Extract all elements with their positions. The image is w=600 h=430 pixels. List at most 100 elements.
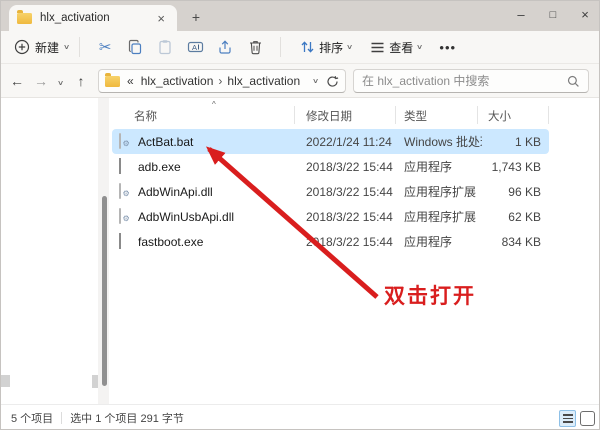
dll-file-icon: ⚙ bbox=[119, 184, 133, 199]
chevron-down-icon: ∨ bbox=[416, 43, 423, 51]
file-name: AdbWinUsbApi.dll bbox=[138, 210, 234, 224]
file-explorer-window: hlx_activation × + – □ × 新建 ∨ ✂ bbox=[0, 0, 600, 430]
file-size: 62 KB bbox=[456, 210, 541, 224]
up-button[interactable]: ↑ bbox=[69, 73, 93, 89]
share-icon bbox=[217, 39, 233, 55]
list-column-headers: 名称 ^ 修改日期 类型 大小 bbox=[112, 101, 552, 127]
cut-button[interactable]: ✂ bbox=[90, 38, 120, 56]
folder-icon bbox=[105, 76, 120, 87]
new-button-label: 新建 bbox=[35, 39, 59, 56]
copy-icon bbox=[127, 39, 143, 55]
explorer-tab[interactable]: hlx_activation × bbox=[9, 5, 177, 31]
application-icon bbox=[119, 234, 133, 249]
file-name: fastboot.exe bbox=[138, 235, 203, 249]
details-view-button[interactable] bbox=[559, 410, 576, 427]
breadcrumb-root-icon[interactable]: « bbox=[127, 74, 134, 88]
minimize-button[interactable]: – bbox=[504, 1, 538, 31]
file-list: ⚙ ActBat.bat 2022/1/24 11:24 Windows 批处理… bbox=[112, 129, 549, 254]
file-row-actbat[interactable]: ⚙ ActBat.bat 2022/1/24 11:24 Windows 批处理… bbox=[112, 129, 549, 154]
new-tab-button[interactable]: + bbox=[185, 6, 207, 28]
sidebar-hscroll-fragment[interactable] bbox=[92, 375, 98, 388]
column-divider[interactable] bbox=[395, 106, 396, 124]
history-chevron-icon[interactable]: ∨ bbox=[57, 79, 64, 87]
close-window-button[interactable]: × bbox=[568, 1, 600, 31]
tab-title: hlx_activation bbox=[40, 12, 153, 24]
column-divider[interactable] bbox=[548, 106, 549, 124]
command-bar: 新建 ∨ ✂ A bbox=[1, 31, 600, 64]
tab-close-icon[interactable]: × bbox=[153, 11, 169, 26]
refresh-icon[interactable] bbox=[326, 75, 339, 88]
more-options-button[interactable]: ••• bbox=[439, 40, 456, 55]
trash-icon bbox=[248, 39, 263, 55]
navigation-bar: ← → ∨ ↑ « hlx_activation › hlx_activatio… bbox=[1, 64, 600, 98]
search-icon bbox=[567, 75, 580, 88]
copy-button[interactable] bbox=[120, 39, 150, 55]
file-row-adbwinapi[interactable]: ⚙ AdbWinApi.dll 2018/3/22 15:44 应用程序扩展 9… bbox=[112, 179, 549, 204]
breadcrumb-segment[interactable]: hlx_activation bbox=[227, 74, 300, 88]
file-size: 1,743 KB bbox=[456, 160, 541, 174]
column-header-type[interactable]: 类型 bbox=[404, 108, 427, 124]
file-size: 1 KB bbox=[456, 135, 541, 149]
rename-button[interactable]: A bbox=[180, 39, 210, 55]
toolbar-divider bbox=[280, 37, 281, 57]
sort-button-label: 排序 bbox=[319, 39, 343, 56]
new-button[interactable]: 新建 ∨ bbox=[14, 39, 69, 56]
paste-button[interactable] bbox=[150, 39, 180, 55]
column-header-size[interactable]: 大小 bbox=[488, 108, 511, 124]
chevron-down-icon: ∨ bbox=[346, 43, 353, 51]
toolbar-divider bbox=[79, 37, 80, 57]
maximize-button[interactable]: □ bbox=[536, 1, 570, 31]
file-date: 2018/3/22 15:44 bbox=[306, 235, 393, 249]
annotation-label: 双击打开 bbox=[384, 280, 476, 310]
delete-button[interactable] bbox=[240, 39, 270, 55]
sidebar-scrollbar-thumb[interactable] bbox=[102, 196, 107, 386]
file-row-adb[interactable]: adb.exe 2018/3/22 15:44 应用程序 1,743 KB bbox=[112, 154, 549, 179]
sort-arrows-icon bbox=[300, 40, 315, 54]
large-icons-view-button[interactable] bbox=[580, 411, 595, 426]
file-date: 2018/3/22 15:44 bbox=[306, 210, 393, 224]
scissors-icon: ✂ bbox=[99, 39, 112, 56]
items-count: 5 个项目 bbox=[11, 410, 53, 426]
file-pane: 名称 ^ 修改日期 类型 大小 ⚙ ActBat.bat 2022/1/24 1… bbox=[1, 98, 600, 404]
share-button[interactable] bbox=[210, 39, 240, 55]
sort-button[interactable]: 排序 ∨ bbox=[300, 39, 352, 56]
file-row-fastboot[interactable]: fastboot.exe 2018/3/22 15:44 应用程序 834 KB bbox=[112, 229, 549, 254]
file-name: adb.exe bbox=[138, 160, 181, 174]
file-date: 2022/1/24 11:24 bbox=[306, 135, 392, 149]
search-input[interactable] bbox=[362, 74, 567, 88]
statusbar-divider bbox=[61, 412, 62, 424]
selection-info: 选中 1 个项目 291 字节 bbox=[70, 410, 184, 426]
view-button[interactable]: 查看 ∨ bbox=[370, 39, 422, 56]
forward-button[interactable]: → bbox=[29, 73, 53, 89]
file-name: AdbWinApi.dll bbox=[138, 185, 213, 199]
rename-icon: A bbox=[187, 39, 204, 55]
breadcrumb-separator: › bbox=[218, 74, 222, 88]
file-size: 96 KB bbox=[456, 185, 541, 199]
breadcrumb-segment[interactable]: hlx_activation bbox=[141, 74, 214, 88]
application-icon bbox=[119, 159, 133, 174]
address-dropdown-icon[interactable]: ∨ bbox=[312, 77, 319, 85]
back-button[interactable]: ← bbox=[5, 73, 29, 89]
dll-file-icon: ⚙ bbox=[119, 209, 133, 224]
title-bar: hlx_activation × + – □ × bbox=[1, 1, 600, 31]
file-date: 2018/3/22 15:44 bbox=[306, 185, 393, 199]
column-divider[interactable] bbox=[294, 106, 295, 124]
file-row-adbwinusbapi[interactable]: ⚙ AdbWinUsbApi.dll 2018/3/22 15:44 应用程序扩… bbox=[112, 204, 549, 229]
sort-ascending-icon: ^ bbox=[212, 100, 216, 109]
column-divider[interactable] bbox=[477, 106, 478, 124]
paste-icon bbox=[157, 39, 173, 55]
column-header-name[interactable]: 名称 bbox=[134, 108, 157, 124]
sidebar-hscroll-fragment[interactable] bbox=[1, 375, 10, 387]
search-box[interactable] bbox=[353, 69, 589, 93]
folder-icon bbox=[17, 13, 32, 24]
svg-text:A: A bbox=[192, 43, 197, 52]
batch-file-icon: ⚙ bbox=[119, 134, 133, 149]
chevron-down-icon: ∨ bbox=[63, 43, 70, 51]
file-size: 834 KB bbox=[456, 235, 541, 249]
address-bar[interactable]: « hlx_activation › hlx_activation ∨ bbox=[98, 69, 346, 93]
status-bar: 5 个项目 选中 1 个项目 291 字节 bbox=[1, 404, 600, 430]
view-button-label: 查看 bbox=[389, 39, 413, 56]
file-name: ActBat.bat bbox=[138, 135, 193, 149]
column-header-date[interactable]: 修改日期 bbox=[306, 108, 352, 124]
file-date: 2018/3/22 15:44 bbox=[306, 160, 393, 174]
